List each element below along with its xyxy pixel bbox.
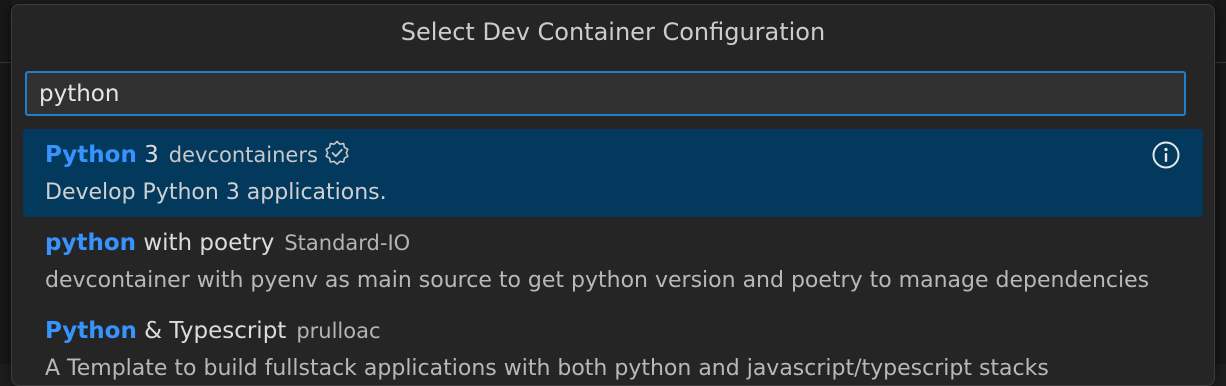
list-item-python-with-poetry[interactable]: python with poetry Standard-IO devcontain…: [23, 217, 1203, 305]
quick-pick-dialog: Select Dev Container Configuration Pytho…: [11, 4, 1215, 386]
info-icon[interactable]: [1151, 140, 1181, 170]
list-item-python-3[interactable]: Python 3 devcontainers Develop Python 3 a…: [23, 129, 1203, 217]
item-label: Python 3 devcontainers: [45, 139, 350, 171]
item-label-match: Python: [45, 318, 137, 344]
results-list: Python 3 devcontainers Develop Python 3 a…: [23, 129, 1203, 385]
item-label-match: Python: [45, 142, 137, 168]
item-description: devcontainer with pyenv as main source t…: [45, 268, 1150, 293]
background-divider-right: [1214, 62, 1226, 63]
item-label: python with poetry Standard-IO: [45, 227, 410, 259]
dialog-title: Select Dev Container Configuration: [400, 18, 826, 46]
item-label-rest: with poetry: [136, 230, 275, 256]
item-publisher: devcontainers: [168, 143, 318, 167]
item-description: Develop Python 3 applications.: [45, 180, 387, 205]
item-publisher: prulloac: [296, 319, 381, 343]
verified-badge-icon: [325, 140, 349, 165]
item-label: Python & Typescript prulloac: [45, 315, 381, 347]
list-item-python-typescript[interactable]: Python & Typescript prulloac A Template t…: [23, 305, 1203, 385]
item-description: A Template to build fullstack applicatio…: [45, 356, 1049, 381]
background-panel-right: [1214, 0, 1226, 364]
item-label-rest: & Typescript: [136, 318, 287, 344]
item-label-rest: 3: [136, 142, 159, 168]
item-publisher: Standard-IO: [284, 231, 411, 255]
search-input[interactable]: [25, 71, 1186, 116]
item-label-match: python: [45, 230, 137, 256]
